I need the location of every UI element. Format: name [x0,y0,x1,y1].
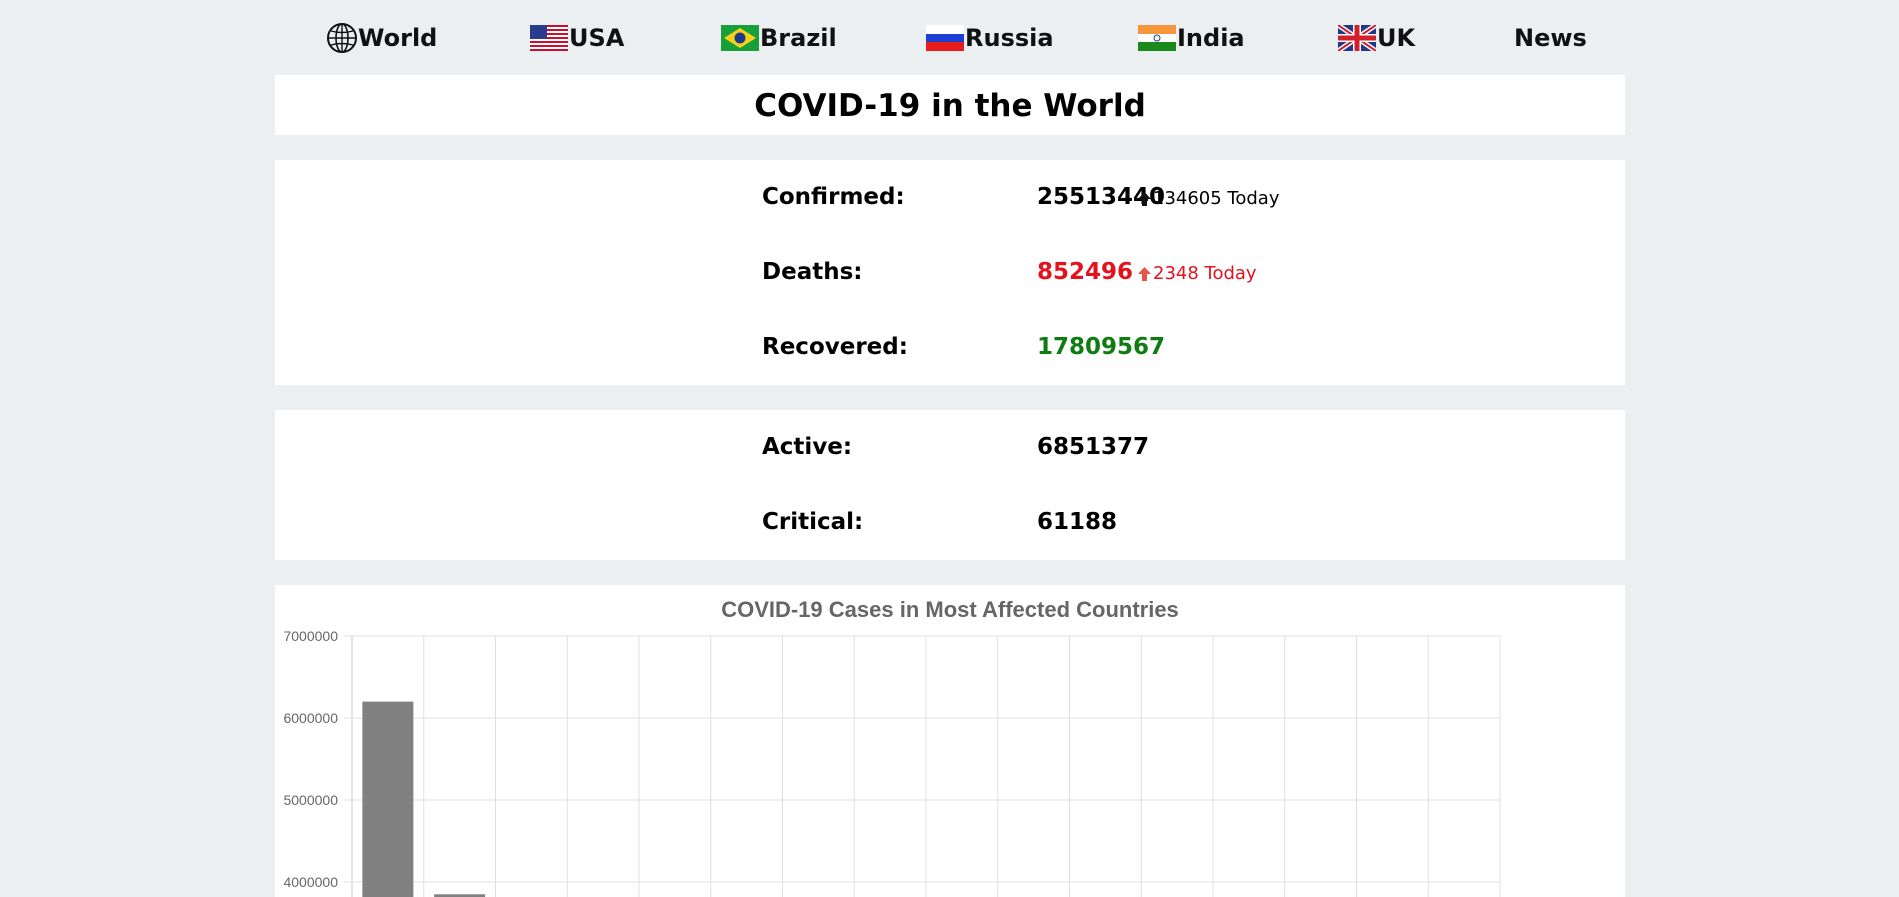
nav-item-brazil[interactable]: Brazil [721,22,837,54]
nav-label-brazil: Brazil [760,24,837,52]
y-tick-label: 6000000 [283,710,338,726]
confirmed-today-text: 134605 Today [1153,188,1280,209]
russia-flag-icon [926,25,964,51]
globe-icon [327,23,357,53]
top-nav: World USA Brazil Russia India UK News [0,0,1899,75]
nav-label-india: India [1177,24,1245,52]
nav-item-world[interactable]: World [326,22,437,54]
deaths-today-text: 2348 Today [1153,263,1257,284]
nav-item-uk[interactable]: UK [1338,22,1415,54]
nav-item-usa[interactable]: USA [530,22,624,54]
nav-item-india[interactable]: India [1138,22,1245,54]
uk-flag-icon [1338,25,1376,51]
confirmed-label: Confirmed: [762,184,905,210]
usa-flag-icon [530,25,568,51]
nav-label-russia: Russia [965,24,1054,52]
nav-label-uk: UK [1377,24,1416,52]
deaths-value: 852496 [1037,259,1134,285]
page-title: COVID-19 in the World [754,88,1146,124]
chart-grid [344,635,1501,897]
critical-value: 61188 [1037,509,1118,535]
bar-chart: 7000000 6000000 5000000 4000000 [283,628,1501,897]
nav-label-usa: USA [569,24,625,52]
brazil-flag-icon [721,25,759,51]
active-value: 6851377 [1037,434,1150,460]
chart-bar [362,701,414,897]
deaths-today: 2348 Today [1138,263,1257,284]
recovered-value: 17809567 [1037,334,1166,360]
title-card: COVID-19 in the World [275,75,1625,135]
stats-card-primary: Confirmed: 25513440 134605 Today Deaths:… [275,160,1625,385]
recovered-label: Recovered: [762,334,908,360]
chart-y-ticks: 7000000 6000000 5000000 4000000 [283,628,338,890]
nav-label-world: World [358,24,438,52]
confirmed-today: 134605 Today [1138,188,1280,209]
chart-card: COVID-19 Cases in Most Affected Countrie… [275,585,1625,897]
nav-item-russia[interactable]: Russia [926,22,1054,54]
india-flag-icon [1138,25,1176,51]
nav-item-news[interactable]: News [1514,22,1587,54]
critical-label: Critical: [762,509,864,535]
active-label: Active: [762,434,853,460]
y-tick-label: 5000000 [283,792,338,808]
y-tick-label: 7000000 [283,628,338,644]
arrow-up-icon [1138,191,1151,206]
deaths-label: Deaths: [762,259,863,285]
stats-card-secondary: Active: 6851377 Critical: 61188 [275,410,1625,560]
y-tick-label: 4000000 [283,874,338,890]
arrow-up-icon [1138,266,1151,281]
nav-label-news: News [1514,24,1587,52]
